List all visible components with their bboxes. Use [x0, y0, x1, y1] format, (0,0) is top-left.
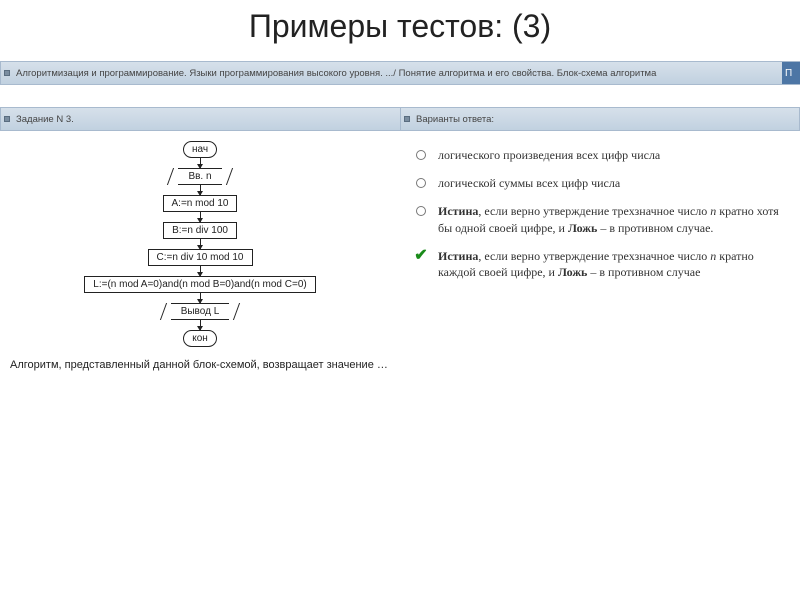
answer-option-4[interactable]: ✔ Истина, если верно утверждение трехзнач… [414, 248, 790, 280]
flow-input: Вв. n [178, 168, 221, 185]
answer-option-2[interactable]: логической суммы всех цифр числа [414, 175, 790, 191]
answer-text: Истина, если верно утверждение трехзначн… [438, 203, 790, 235]
task-panel: нач Вв. n A:=n mod 10 B:=n div 100 C:=n … [0, 131, 400, 551]
flow-step-4: L:=(n mod A=0)and(n mod B=0)and(n mod C=… [84, 276, 315, 293]
breadcrumb-bar: Алгоритмизация и программирование. Языки… [0, 61, 800, 85]
square-icon [4, 70, 10, 76]
flow-step-1: A:=n mod 10 [163, 195, 238, 212]
radio-icon[interactable] [414, 204, 428, 218]
answers-heading: Варианты ответа: [416, 114, 494, 125]
task-number: Задание N 3. [16, 114, 74, 125]
radio-icon[interactable] [414, 148, 428, 162]
answer-text: логической суммы всех цифр числа [438, 175, 620, 191]
breadcrumb: Алгоритмизация и программирование. Языки… [16, 68, 656, 79]
square-icon [404, 116, 410, 122]
subheader-left: Задание N 3. [0, 107, 400, 131]
answer-text: логического произведения всех цифр числа [438, 147, 660, 163]
answer-option-3[interactable]: Истина, если верно утверждение трехзначн… [414, 203, 790, 235]
answer-text: Истина, если верно утверждение трехзначн… [438, 248, 790, 280]
answer-option-1[interactable]: логического произведения всех цифр числа [414, 147, 790, 163]
flow-end: кон [183, 330, 217, 347]
subheader-right: Варианты ответа: [400, 107, 800, 131]
flow-step-3: C:=n div 10 mod 10 [148, 249, 253, 266]
flow-output: Вывод L [171, 303, 230, 320]
flow-step-2: B:=n div 100 [163, 222, 237, 239]
check-icon[interactable]: ✔ [414, 249, 428, 263]
radio-icon[interactable] [414, 176, 428, 190]
flowchart: нач Вв. n A:=n mod 10 B:=n div 100 C:=n … [6, 141, 394, 347]
square-icon [4, 116, 10, 122]
page-title: Примеры тестов: (3) [0, 0, 800, 59]
answers-panel: логического произведения всех цифр числа… [400, 131, 800, 551]
tab-stub[interactable]: П [782, 62, 800, 84]
flow-start: нач [183, 141, 217, 158]
question-prompt: Алгоритм, представленный данной блок-схе… [6, 347, 394, 371]
